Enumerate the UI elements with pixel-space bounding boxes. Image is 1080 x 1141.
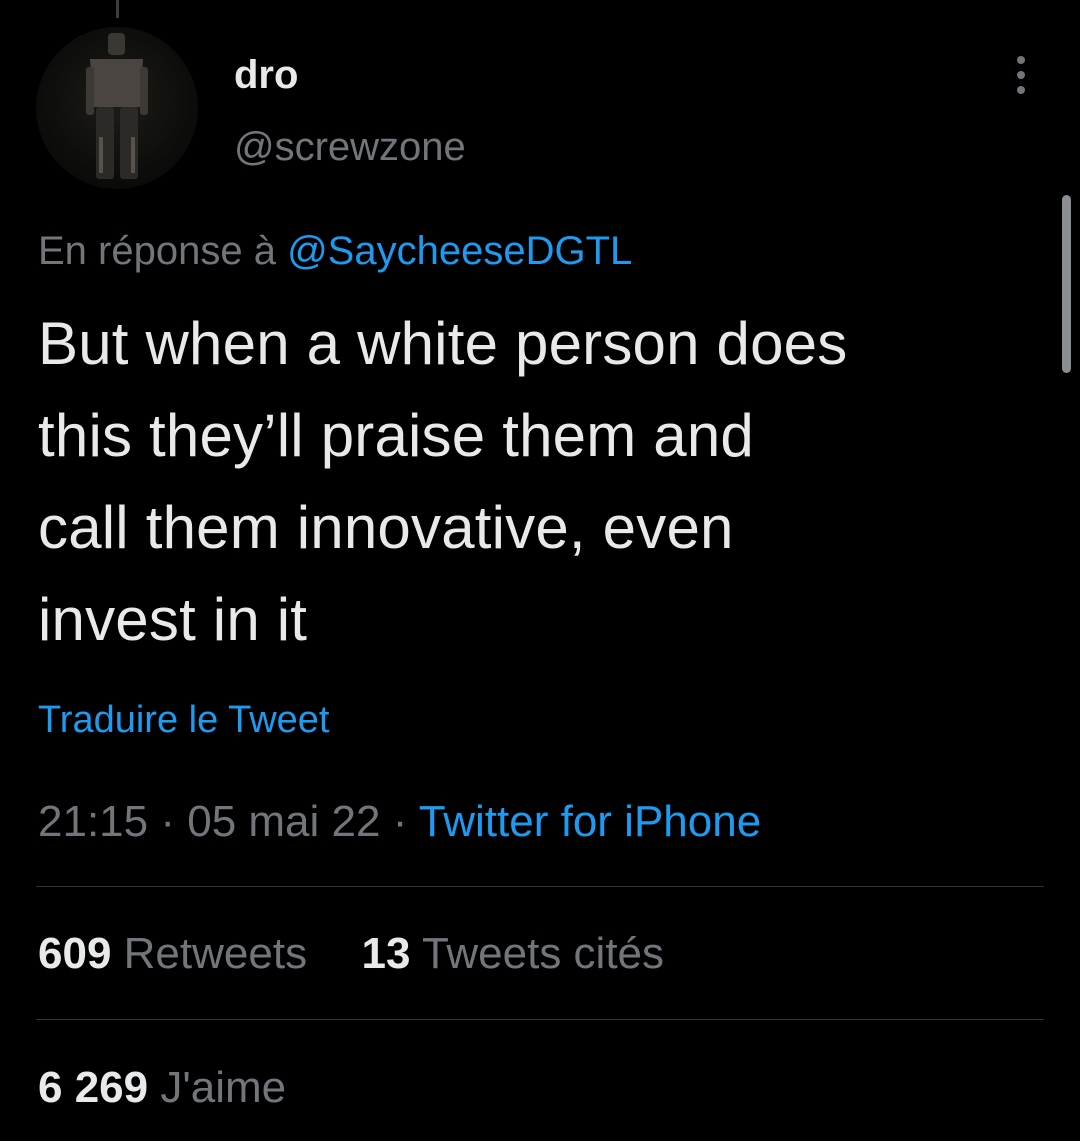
retweets-count: 609	[38, 929, 112, 978]
more-vertical-icon-dot	[1017, 86, 1025, 94]
reply-mention-link[interactable]: @SaycheeseDGTL	[287, 229, 632, 273]
divider	[36, 886, 1044, 887]
thread-connector-line	[116, 0, 119, 18]
quote-tweets-stat[interactable]: 13 Tweets cités	[362, 929, 664, 978]
retweets-stat[interactable]: 609 Retweets	[38, 929, 319, 978]
more-options-button[interactable]	[1004, 50, 1038, 100]
more-vertical-icon	[1017, 56, 1025, 64]
quote-tweets-count: 13	[361, 929, 411, 978]
tweet-meta: 21:15 · 05 mai 22 · Twitter for iPhone	[38, 796, 761, 848]
translate-tweet-link[interactable]: Traduire le Tweet	[38, 697, 329, 743]
more-vertical-icon-dot	[1017, 71, 1025, 79]
avatar[interactable]	[36, 27, 198, 189]
tweet-source-link[interactable]: Twitter for iPhone	[419, 797, 761, 846]
retweets-label: Retweets	[123, 929, 308, 978]
likes-row: 6 269 J'aime	[38, 1062, 286, 1114]
likes-label: J'aime	[160, 1063, 287, 1112]
tweet-text-line: invest in it	[38, 586, 308, 653]
tweet-text-line: But when a white person does	[38, 310, 848, 377]
likes-count: 6 269	[38, 1063, 149, 1112]
meta-separator: ·	[392, 797, 408, 846]
meta-separator: ·	[160, 797, 175, 846]
reply-context-prefix: En réponse à	[38, 229, 276, 273]
tweet-text-line: call them innovative, even	[38, 494, 734, 561]
reply-context: En réponse à @SaycheeseDGTL	[38, 226, 632, 276]
quote-tweets-label: Tweets cités	[421, 929, 665, 978]
author-display-name[interactable]: dro	[234, 52, 298, 98]
divider	[36, 1019, 1044, 1020]
tweet-date[interactable]: 05 mai 22	[187, 797, 380, 846]
tweet-time[interactable]: 21:15	[38, 797, 148, 846]
tweet-text: But when a white person does this they’l…	[38, 298, 1058, 666]
tweet-text-line: this they’ll praise them and	[38, 402, 754, 469]
avatar-figure-image	[86, 33, 148, 179]
likes-stat[interactable]: 6 269 J'aime	[38, 1063, 286, 1112]
tweet-stats-row: 609 Retweets 13 Tweets cités	[38, 928, 664, 980]
scrollbar[interactable]	[1062, 195, 1071, 373]
author-handle[interactable]: @screwzone	[234, 124, 466, 170]
